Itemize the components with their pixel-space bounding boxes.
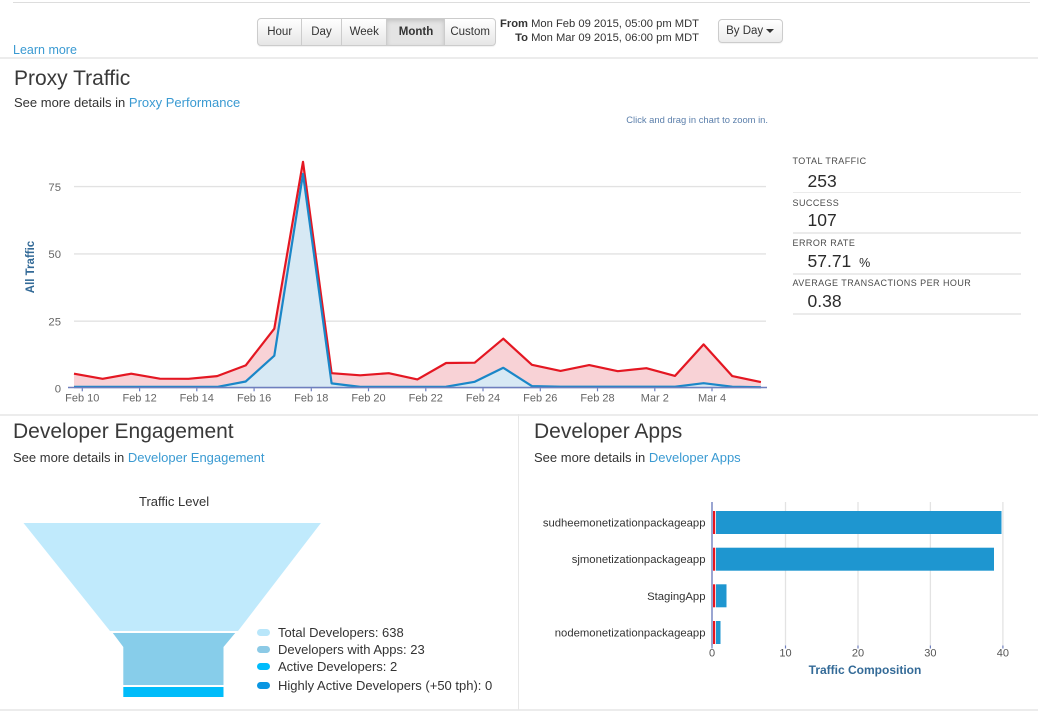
svg-text:Feb 10: Feb 10 [65,393,99,405]
svg-text:Feb 26: Feb 26 [523,393,557,405]
svg-text:20: 20 [852,648,864,660]
svg-text:Feb 20: Feb 20 [351,393,385,405]
svg-text:Feb 24: Feb 24 [466,393,500,405]
svg-text:30: 30 [924,648,936,660]
svg-text:40: 40 [997,648,1009,660]
svg-text:All Traffic: All Traffic [25,240,37,293]
svg-text:Mar 4: Mar 4 [698,393,726,405]
svg-text:sudheemonetizationpackageapp: sudheemonetizationpackageapp [543,518,706,530]
svg-text:Feb 22: Feb 22 [409,393,443,405]
svg-text:Mar 2: Mar 2 [641,393,669,405]
svg-text:10: 10 [779,648,791,660]
svg-text:75: 75 [48,182,61,194]
svg-text:StagingApp: StagingApp [647,591,705,603]
svg-text:sjmonetizationpackageapp: sjmonetizationpackageapp [572,554,706,566]
svg-text:Feb 14: Feb 14 [180,393,214,405]
svg-text:Feb 28: Feb 28 [580,393,614,405]
svg-text:Feb 12: Feb 12 [122,393,156,405]
svg-text:25: 25 [48,316,61,328]
svg-text:nodemonetizationpackageapp: nodemonetizationpackageapp [555,628,706,640]
svg-text:0: 0 [709,648,715,660]
svg-text:Feb 16: Feb 16 [237,393,271,405]
svg-text:0: 0 [55,384,61,396]
svg-text:50: 50 [48,249,61,261]
svg-text:Feb 18: Feb 18 [294,393,328,405]
svg-text:Traffic Composition: Traffic Composition [809,663,922,677]
